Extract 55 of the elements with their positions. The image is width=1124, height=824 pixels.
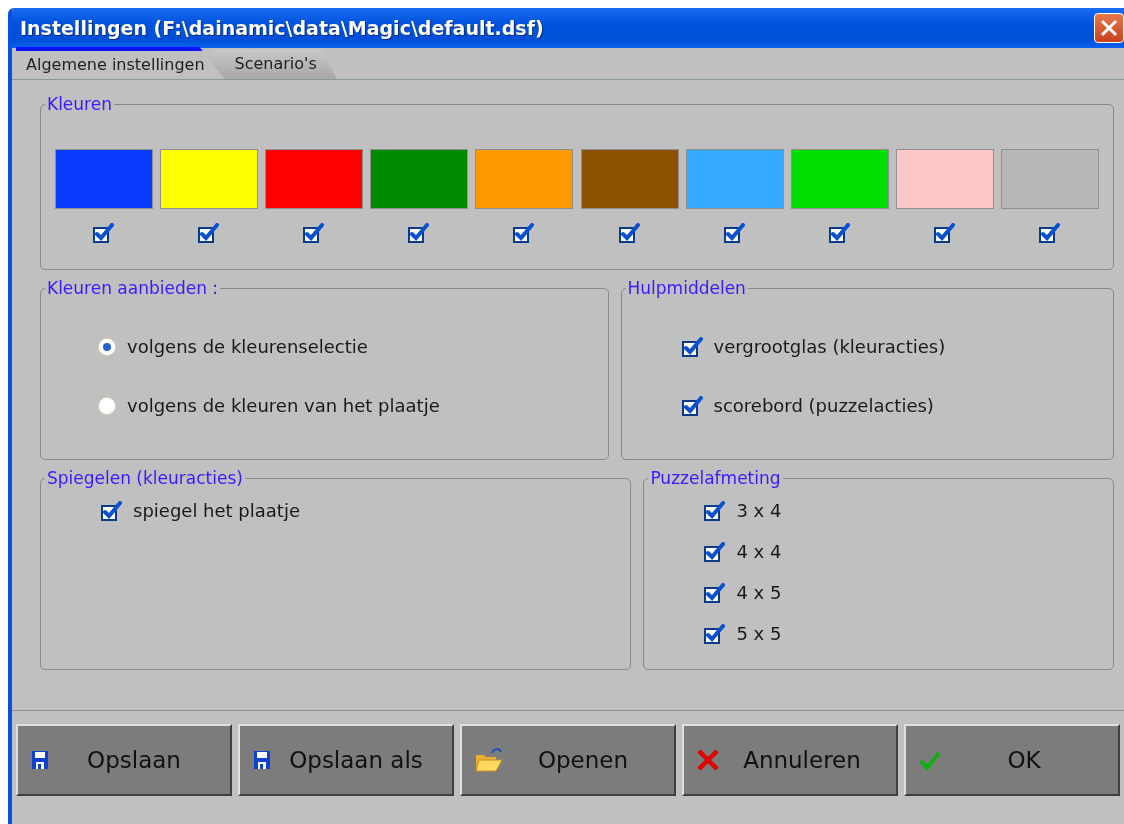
checkbox[interactable]: [933, 223, 956, 243]
color-swatch[interactable]: [475, 149, 574, 209]
color-swatch[interactable]: [370, 149, 469, 209]
option-label: volgens de kleuren van het plaatje: [127, 394, 440, 418]
color-swatch[interactable]: [895, 149, 994, 209]
tab[interactable]: Scenario's: [212, 49, 337, 79]
dialog-button[interactable]: Opslaan: [16, 724, 232, 796]
color-swatch[interactable]: [790, 149, 889, 209]
checkbox[interactable]: [198, 223, 221, 243]
checkbox[interactable]: [408, 223, 431, 243]
group-title: Puzzelafmeting: [649, 470, 782, 487]
color-swatch[interactable]: [685, 149, 784, 209]
option-label: volgens de kleurenselectie: [127, 335, 368, 359]
option-label: vergrootglas (kleuracties): [713, 335, 946, 359]
radio-button[interactable]: [97, 395, 117, 416]
window-title: Instellingen (F:\dainamic\data\Magic\default.dsf): [20, 15, 544, 41]
option-label: scorebord (puzzelacties): [713, 394, 934, 418]
option-label: 4 x 5: [736, 581, 782, 605]
checkbox[interactable]: [828, 223, 851, 243]
cross-icon: [696, 748, 720, 772]
checkbox[interactable]: [618, 223, 641, 243]
group-title: Kleuren: [46, 96, 113, 113]
color-swatch[interactable]: [1001, 149, 1099, 209]
option-label: 3 x 4: [736, 499, 782, 523]
dialog-button[interactable]: Opslaan als: [238, 724, 454, 796]
checkbox[interactable]: [303, 223, 326, 243]
checkbox[interactable]: [681, 336, 704, 357]
tab[interactable]: Algemene instellingen: [16, 47, 225, 79]
checkbox[interactable]: [101, 500, 123, 521]
dialog-button[interactable]: OK: [904, 724, 1120, 796]
checkbox[interactable]: [93, 223, 115, 243]
checkbox[interactable]: [704, 582, 727, 603]
option-label: 4 x 4: [736, 540, 782, 564]
close-icon: [1099, 18, 1119, 38]
group-title: Kleuren aanbieden :: [46, 280, 220, 297]
color-swatch[interactable]: [580, 149, 679, 209]
radio-button[interactable]: [97, 336, 117, 357]
checkbox[interactable]: [704, 623, 727, 644]
checkbox[interactable]: [723, 223, 746, 243]
checkbox[interactable]: [704, 500, 727, 521]
dialog-button[interactable]: Openen: [460, 724, 676, 796]
option-label: 5 x 5: [736, 622, 782, 646]
option-label: spiegel het plaatje: [133, 499, 300, 523]
folder-icon: [474, 747, 504, 773]
color-swatch[interactable]: [55, 149, 153, 209]
close-button[interactable]: [1094, 13, 1124, 43]
color-swatch[interactable]: [160, 149, 259, 209]
color-swatch[interactable]: [265, 149, 364, 209]
checkbox[interactable]: [1039, 223, 1061, 243]
checkbox[interactable]: [681, 395, 704, 416]
checkbox[interactable]: [704, 541, 727, 562]
group-title: Hulpmiddelen: [626, 280, 747, 297]
checkbox[interactable]: [513, 223, 536, 243]
group-title: Spiegelen (kleuracties): [46, 470, 244, 487]
dialog-button[interactable]: Annuleren: [682, 724, 898, 796]
